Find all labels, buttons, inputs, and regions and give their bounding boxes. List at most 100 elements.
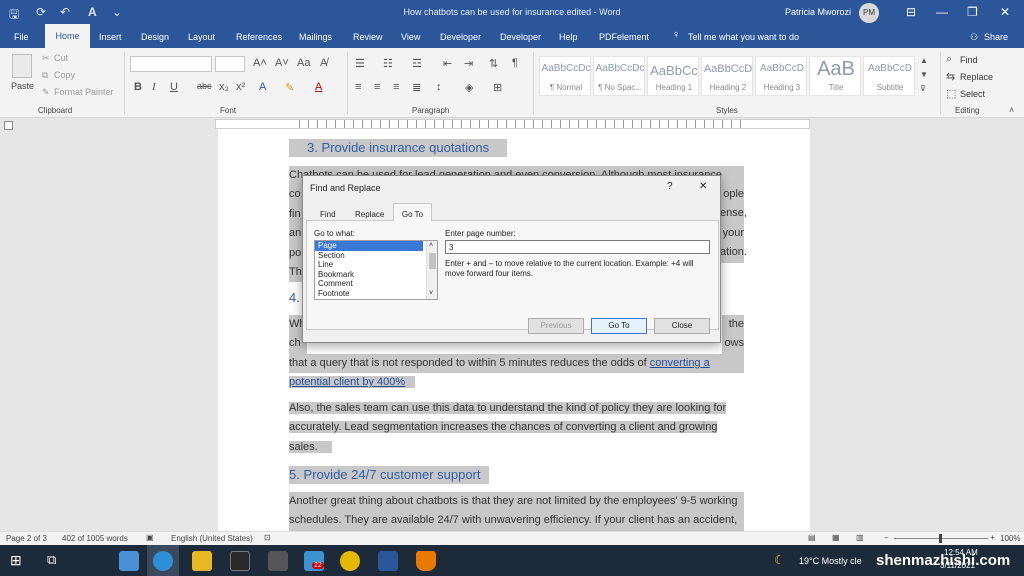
page-number-input[interactable]: 3 <box>445 240 710 254</box>
list-item-bookmark[interactable]: Bookmark <box>315 270 437 280</box>
tab-pdfelement[interactable]: PDFelement <box>599 32 649 42</box>
change-case-icon[interactable]: Aa <box>297 57 310 69</box>
underline-icon[interactable]: U <box>170 81 178 93</box>
weather-text[interactable]: 19°C Mostly cle <box>799 556 862 566</box>
zoom-thumb[interactable] <box>939 534 942 543</box>
start-icon[interactable]: ⊞ <box>10 552 22 569</box>
shrink-font-icon[interactable]: A˅ <box>275 57 289 69</box>
decrease-indent-icon[interactable]: ⇤ <box>443 57 452 70</box>
tab-mailings[interactable]: Mailings <box>299 32 332 42</box>
shading-icon[interactable]: ◈ <box>465 81 473 94</box>
close-icon[interactable]: ✕ <box>1000 5 1010 19</box>
heading-customer-support[interactable]: 5. Provide 24/7 customer support <box>289 466 489 484</box>
zoom-level[interactable]: 100% <box>1000 534 1020 543</box>
align-center-icon[interactable]: ≡ <box>374 81 380 93</box>
scroll-up-icon[interactable]: ˄ <box>429 241 433 251</box>
converting-link[interactable]: converting a <box>650 357 710 369</box>
clear-formatting-icon[interactable]: A̸ <box>320 57 327 69</box>
store-icon[interactable] <box>230 551 250 571</box>
borders-icon[interactable]: ⊞ <box>493 81 502 94</box>
font-name-input[interactable] <box>130 56 212 72</box>
select-button[interactable]: Select <box>960 89 985 99</box>
share-icon[interactable]: ⚇ <box>970 32 978 43</box>
increase-indent-icon[interactable]: ⇥ <box>464 57 473 70</box>
task-view-icon[interactable]: ⧉ <box>47 552 56 568</box>
scroll-thumb[interactable] <box>429 253 436 269</box>
align-left-icon[interactable]: ≡ <box>355 81 361 93</box>
tab-developer[interactable]: Developer <box>440 32 481 42</box>
tab-design[interactable]: Design <box>141 32 169 42</box>
tab-file[interactable]: File <box>14 32 29 42</box>
tab-layout[interactable]: Layout <box>188 32 215 42</box>
tab-references[interactable]: References <box>236 32 282 42</box>
list-item-line[interactable]: Line <box>315 260 437 270</box>
tab-help[interactable]: Help <box>559 32 578 42</box>
styles-scroll-down-icon[interactable]: ▼ <box>920 70 928 79</box>
tab-insert[interactable]: Insert <box>99 32 122 42</box>
avatar[interactable]: PM <box>859 3 879 23</box>
tab-find[interactable]: Find <box>320 210 336 219</box>
user-name[interactable]: Patricia Mworozi <box>785 7 851 17</box>
word-count[interactable]: 402 of 1005 words <box>62 534 128 543</box>
cut-button[interactable]: Cut <box>54 53 68 63</box>
copy-icon[interactable]: ⧉ <box>42 70 48 81</box>
page-count[interactable]: Page 2 of 3 <box>6 534 47 543</box>
numbering-icon[interactable]: ☷ <box>383 57 393 70</box>
show-marks-icon[interactable]: ¶ <box>512 57 518 69</box>
style-title[interactable]: AaB Title <box>809 56 861 96</box>
tab-review[interactable]: Review <box>353 32 383 42</box>
restore-icon[interactable]: ❐ <box>967 5 978 19</box>
align-right-icon[interactable]: ≡ <box>393 81 399 93</box>
superscript-icon[interactable]: x² <box>236 81 245 93</box>
file-explorer-icon[interactable] <box>192 551 212 571</box>
heading-provide-insurance-quotations[interactable]: 3. Provide insurance quotations <box>289 139 508 157</box>
proofing-icon[interactable]: ▣ <box>146 533 154 542</box>
vertical-ruler[interactable] <box>0 130 14 530</box>
heading-4-fragment[interactable]: 4. <box>289 290 300 305</box>
paste-icon[interactable] <box>12 54 32 78</box>
grow-font-icon[interactable]: A˄ <box>253 57 267 69</box>
word-icon[interactable] <box>378 551 398 571</box>
paragraph-sales-team[interactable]: Also, the sales team can use this data t… <box>289 399 744 457</box>
horizontal-ruler[interactable] <box>215 119 810 129</box>
tab-view[interactable]: View <box>401 32 420 42</box>
style-heading-3[interactable]: AaBbCcD Heading 3 <box>755 56 807 96</box>
find-button[interactable]: Find <box>960 55 978 65</box>
tab-selector-icon[interactable] <box>4 121 13 130</box>
highlight-icon[interactable]: ✎ <box>285 81 294 94</box>
styles-scroll-up-icon[interactable]: ▲ <box>920 56 928 65</box>
subscript-icon[interactable]: x₂ <box>219 81 229 93</box>
tab-go-to[interactable]: Go To <box>393 203 432 221</box>
style-heading-2[interactable]: AaBbCcD Heading 2 <box>701 56 753 96</box>
close-button[interactable]: Close <box>654 318 710 334</box>
vlc-icon[interactable] <box>416 551 436 571</box>
justify-icon[interactable]: ≣ <box>412 81 421 94</box>
line-spacing-icon[interactable]: ↕ <box>436 81 442 93</box>
potential-client-link[interactable]: potential client by 400% <box>289 376 416 389</box>
bold-icon[interactable]: B <box>134 81 142 93</box>
replace-button[interactable]: Replace <box>960 72 993 82</box>
style-no-spacing[interactable]: AaBbCcDc ¶ No Spac... <box>593 56 645 96</box>
format-painter-button[interactable]: Format Painter <box>54 87 114 97</box>
edge-icon[interactable] <box>153 551 173 571</box>
font-size-input[interactable] <box>215 56 245 72</box>
language[interactable]: English (United States) <box>171 534 253 543</box>
paragraph-24-7[interactable]: Another great thing about chatbots is th… <box>289 492 744 531</box>
previous-button[interactable]: Previous <box>528 318 584 334</box>
find-icon[interactable]: ⌕ <box>946 53 952 66</box>
format-painter-icon[interactable]: ✎ <box>42 87 50 98</box>
list-item-comment[interactable]: Comment <box>315 279 437 289</box>
read-mode-icon[interactable]: ▤ <box>808 533 816 542</box>
italic-icon[interactable]: I <box>152 81 156 93</box>
style-heading-1[interactable]: AaBbCc Heading 1 <box>647 56 699 96</box>
copy-button[interactable]: Copy <box>54 70 75 80</box>
sort-icon[interactable]: ⇅ <box>489 57 498 70</box>
tab-replace[interactable]: Replace <box>355 210 384 219</box>
paste-button[interactable]: Paste <box>11 81 34 91</box>
list-item-page[interactable]: Page <box>315 241 423 251</box>
styles-more-icon[interactable]: ⊽ <box>920 84 926 93</box>
collapse-ribbon-icon[interactable]: ˄ <box>1009 105 1014 115</box>
text-effects-icon[interactable]: A <box>259 81 266 93</box>
select-icon[interactable]: ⬚ <box>946 87 956 100</box>
help-button[interactable]: ? <box>667 181 673 192</box>
